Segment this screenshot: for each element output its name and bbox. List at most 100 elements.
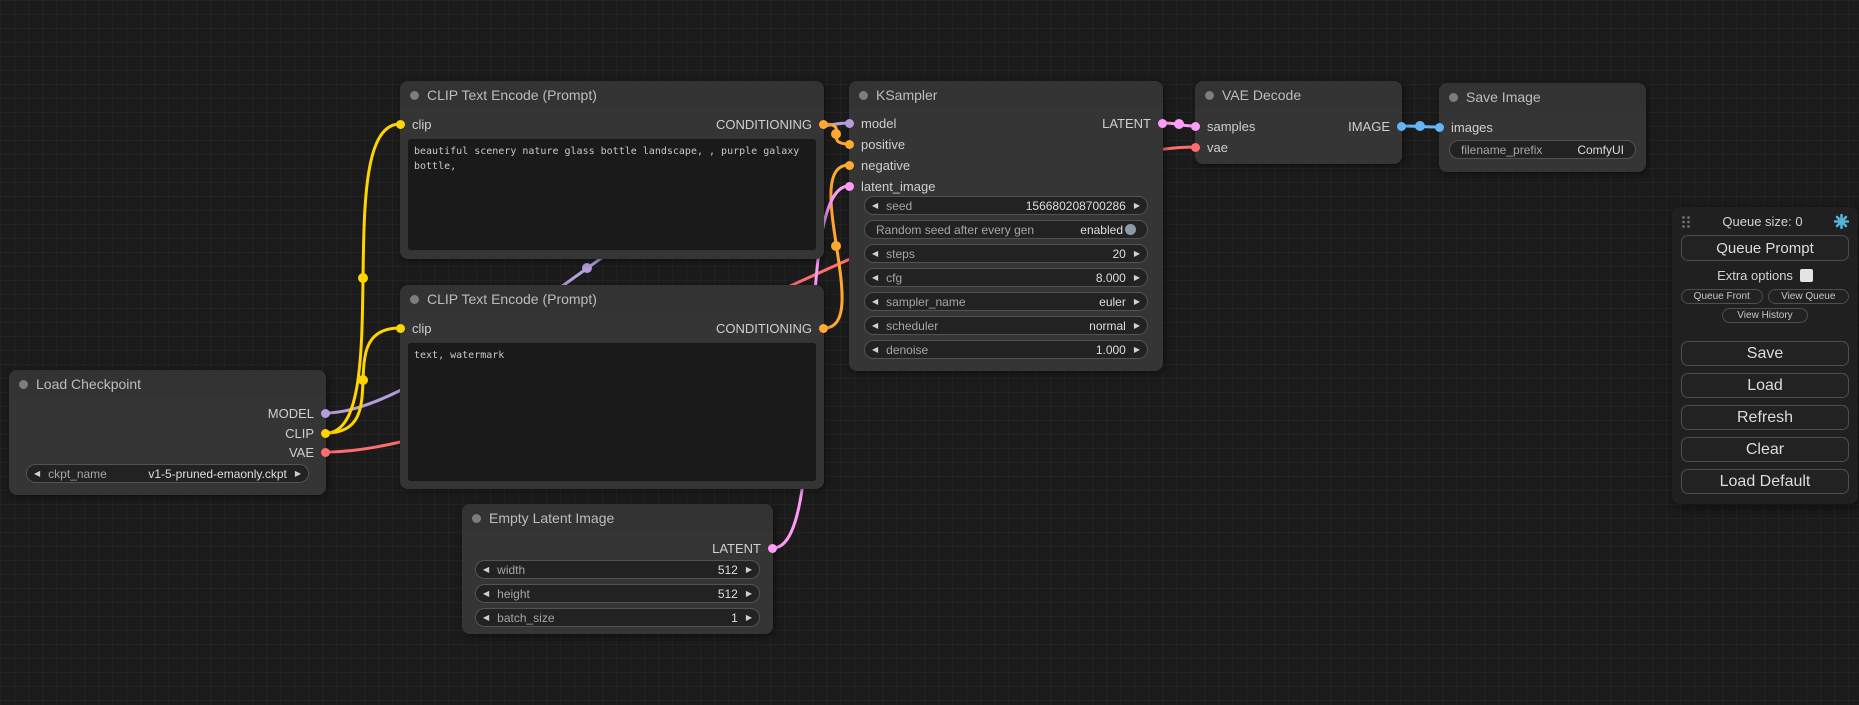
latent-output-port[interactable] xyxy=(1158,119,1167,128)
widget-steps[interactable]: ◀ steps 20 ▶ xyxy=(864,244,1148,263)
node-clip-text-encode-positive[interactable]: CLIP Text Encode (Prompt) clip CONDITION… xyxy=(400,81,824,259)
queue-menu-panel[interactable]: Queue size: 0 Queue Prompt Extra options… xyxy=(1672,207,1858,504)
node-empty-latent-image[interactable]: Empty Latent Image LATENT ◀ width 512 ▶ … xyxy=(462,504,773,634)
save-button[interactable]: Save xyxy=(1681,341,1849,366)
node-title-bar[interactable]: CLIP Text Encode (Prompt) xyxy=(400,81,824,109)
decrement-arrow-icon[interactable]: ◀ xyxy=(872,322,878,330)
output-slot-image: IMAGE xyxy=(1348,115,1406,137)
slot-label: LATENT xyxy=(1102,116,1151,131)
queue-panel-header: Queue size: 0 xyxy=(1681,214,1849,229)
view-queue-button[interactable]: View Queue xyxy=(1768,289,1850,304)
collapse-dot-icon[interactable] xyxy=(472,514,481,523)
model-output-port[interactable] xyxy=(321,409,330,418)
queue-front-button[interactable]: Queue Front xyxy=(1681,289,1763,304)
widget-ckpt-name[interactable]: ◀ ckpt_name v1-5-pruned-emaonly.ckpt ▶ xyxy=(26,464,309,483)
node-title: KSampler xyxy=(876,87,937,103)
node-title-bar[interactable]: Save Image xyxy=(1439,83,1646,111)
load-button[interactable]: Load xyxy=(1681,373,1849,398)
increment-arrow-icon[interactable]: ▶ xyxy=(746,566,752,574)
samples-input-port[interactable] xyxy=(1191,122,1200,131)
refresh-button[interactable]: Refresh xyxy=(1681,405,1849,430)
widget-width[interactable]: ◀ width 512 ▶ xyxy=(475,560,760,579)
widget-seed[interactable]: ◀ seed 156680208700286 ▶ xyxy=(864,196,1148,215)
collapse-dot-icon[interactable] xyxy=(1449,93,1458,102)
node-title-bar[interactable]: Empty Latent Image xyxy=(462,504,773,532)
wire-midpoint-dot xyxy=(582,263,592,273)
node-load-checkpoint[interactable]: Load Checkpoint MODEL CLIP VAE ◀ ckpt_na… xyxy=(9,370,326,495)
decrement-arrow-icon[interactable]: ◀ xyxy=(872,274,878,282)
conditioning-output-port[interactable] xyxy=(819,324,828,333)
queue-prompt-button[interactable]: Queue Prompt xyxy=(1681,235,1849,261)
increment-arrow-icon[interactable]: ▶ xyxy=(1134,202,1140,210)
widget-height[interactable]: ◀ height 512 ▶ xyxy=(475,584,760,603)
images-input-port[interactable] xyxy=(1435,123,1444,132)
decrement-arrow-icon[interactable]: ◀ xyxy=(872,202,878,210)
decrement-arrow-icon[interactable]: ◀ xyxy=(872,346,878,354)
image-output-port[interactable] xyxy=(1397,122,1406,131)
positive-input-port[interactable] xyxy=(845,140,854,149)
collapse-dot-icon[interactable] xyxy=(859,91,868,100)
node-title-bar[interactable]: VAE Decode xyxy=(1195,81,1402,109)
node-ksampler[interactable]: KSampler model positive negative latent_… xyxy=(849,81,1163,371)
extra-options-checkbox[interactable] xyxy=(1800,269,1813,282)
toggle-dot-icon[interactable] xyxy=(1125,224,1136,235)
settings-gear-icon[interactable] xyxy=(1834,214,1849,229)
increment-arrow-icon[interactable]: ▶ xyxy=(746,590,752,598)
widget-filename-prefix[interactable]: filename_prefix ComfyUI xyxy=(1449,140,1636,159)
view-history-button[interactable]: View History xyxy=(1722,308,1807,323)
conditioning-output-port[interactable] xyxy=(819,120,828,129)
increment-arrow-icon[interactable]: ▶ xyxy=(746,614,752,622)
collapse-dot-icon[interactable] xyxy=(19,380,28,389)
clear-button[interactable]: Clear xyxy=(1681,437,1849,462)
negative-prompt-textarea[interactable]: text, watermark xyxy=(408,343,816,481)
widget-sampler-name[interactable]: ◀ sampler_name euler ▶ xyxy=(864,292,1148,311)
widget-scheduler[interactable]: ◀ scheduler normal ▶ xyxy=(864,316,1148,335)
decrement-arrow-icon[interactable]: ◀ xyxy=(483,590,489,598)
node-title-bar[interactable]: KSampler xyxy=(849,81,1163,109)
collapse-dot-icon[interactable] xyxy=(410,295,419,304)
node-vae-decode[interactable]: VAE Decode samples vae IMAGE xyxy=(1195,81,1402,164)
clip-input-port[interactable] xyxy=(396,324,405,333)
increment-arrow-icon[interactable]: ▶ xyxy=(1134,322,1140,330)
decrement-arrow-icon[interactable]: ◀ xyxy=(483,614,489,622)
node-save-image[interactable]: Save Image images filename_prefix ComfyU… xyxy=(1439,83,1646,172)
node-title-bar[interactable]: CLIP Text Encode (Prompt) xyxy=(400,285,824,313)
load-default-button[interactable]: Load Default xyxy=(1681,469,1849,494)
queue-size-label: Queue size: 0 xyxy=(1722,214,1802,229)
positive-prompt-textarea[interactable]: beautiful scenery nature glass bottle la… xyxy=(408,139,816,250)
node-title-bar[interactable]: Load Checkpoint xyxy=(9,370,326,398)
node-graph-canvas[interactable]: Load Checkpoint MODEL CLIP VAE ◀ ckpt_na… xyxy=(0,0,1859,705)
increment-arrow-icon[interactable]: ▶ xyxy=(1134,250,1140,258)
vae-output-port[interactable] xyxy=(321,448,330,457)
latent-input-port[interactable] xyxy=(845,182,854,191)
widget-name: batch_size xyxy=(497,611,554,625)
collapse-dot-icon[interactable] xyxy=(410,91,419,100)
model-input-port[interactable] xyxy=(845,119,854,128)
increment-arrow-icon[interactable]: ▶ xyxy=(1134,298,1140,306)
decrement-arrow-icon[interactable]: ◀ xyxy=(34,470,40,478)
widget-value: 1.000 xyxy=(1096,343,1126,357)
vae-input-port[interactable] xyxy=(1191,143,1200,152)
latent-output-port[interactable] xyxy=(768,544,777,553)
decrement-arrow-icon[interactable]: ◀ xyxy=(483,566,489,574)
node-title: VAE Decode xyxy=(1222,87,1301,103)
increment-arrow-icon[interactable]: ▶ xyxy=(1134,274,1140,282)
decrement-arrow-icon[interactable]: ◀ xyxy=(872,250,878,258)
output-slot-conditioning: CONDITIONING xyxy=(716,317,828,339)
node-clip-text-encode-negative[interactable]: CLIP Text Encode (Prompt) clip CONDITION… xyxy=(400,285,824,489)
input-slot-model: model xyxy=(845,112,896,134)
increment-arrow-icon[interactable]: ▶ xyxy=(1134,346,1140,354)
drag-handle-icon[interactable] xyxy=(1681,215,1691,229)
wire-midpoint-dot xyxy=(1415,121,1425,131)
widget-batch-size[interactable]: ◀ batch_size 1 ▶ xyxy=(475,608,760,627)
widget-cfg[interactable]: ◀ cfg 8.000 ▶ xyxy=(864,268,1148,287)
collapse-dot-icon[interactable] xyxy=(1205,91,1214,100)
increment-arrow-icon[interactable]: ▶ xyxy=(295,470,301,478)
negative-input-port[interactable] xyxy=(845,161,854,170)
clip-input-port[interactable] xyxy=(396,120,405,129)
widget-denoise[interactable]: ◀ denoise 1.000 ▶ xyxy=(864,340,1148,359)
decrement-arrow-icon[interactable]: ◀ xyxy=(872,298,878,306)
widget-value: ComfyUI xyxy=(1577,143,1624,157)
widget-random-seed-toggle[interactable]: Random seed after every gen enabled xyxy=(864,220,1148,239)
clip-output-port[interactable] xyxy=(321,429,330,438)
